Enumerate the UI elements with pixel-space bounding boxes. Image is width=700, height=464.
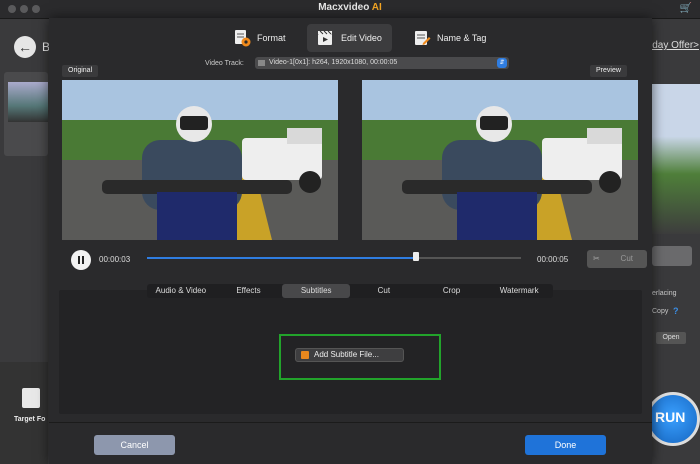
- add-subtitle-label: Add Subtitle File...: [314, 350, 379, 359]
- background-button: [652, 246, 692, 266]
- open-button[interactable]: Open: [656, 332, 686, 344]
- name-tag-icon: [413, 29, 431, 47]
- tab-format-label: Format: [257, 33, 286, 43]
- playback-progress: [147, 257, 417, 259]
- video-list-item[interactable]: [4, 72, 48, 156]
- run-button[interactable]: RUN: [646, 392, 700, 446]
- background-preview-strip: [652, 84, 700, 234]
- tab-edit-video-label: Edit Video: [341, 33, 382, 43]
- preview-video-frame: [362, 80, 638, 240]
- tab-audio-video[interactable]: Audio & Video: [147, 284, 215, 298]
- help-icon[interactable]: ?: [673, 306, 679, 316]
- playback-slider-handle[interactable]: [413, 252, 420, 261]
- playback-slider[interactable]: [147, 252, 521, 261]
- format-gear-icon: [233, 29, 251, 47]
- tab-watermark[interactable]: Watermark: [485, 284, 553, 298]
- tab-effects[interactable]: Effects: [215, 284, 283, 298]
- pause-button[interactable]: [71, 250, 91, 270]
- current-time: 00:00:03: [99, 255, 131, 264]
- preview-label: Preview: [590, 65, 627, 77]
- top-tab-bar: Format Edit Video Name & Tag: [49, 22, 652, 52]
- cancel-button[interactable]: Cancel: [94, 435, 175, 455]
- tab-format[interactable]: Format: [233, 24, 286, 52]
- original-label: Original: [62, 65, 99, 77]
- back-arrow-icon[interactable]: ←: [14, 36, 36, 58]
- deinterlacing-label: erlacing: [652, 290, 677, 297]
- title-bar: Macxvideo AI 🛒: [0, 0, 700, 19]
- video-track-label: Video Track:: [205, 60, 244, 67]
- original-video-frame: [62, 80, 338, 240]
- done-button[interactable]: Done: [525, 435, 606, 455]
- scissors-icon: ✂: [593, 254, 600, 263]
- cut-button[interactable]: ✂ Cut: [587, 250, 647, 268]
- holiday-offer-link[interactable]: iday Offer>: [650, 40, 699, 51]
- player-controls: 00:00:03 00:00:05 ✂ Cut: [59, 240, 647, 274]
- video-thumbnail: [8, 82, 48, 122]
- add-subtitle-icon: [301, 351, 309, 359]
- video-track-icon: [258, 60, 265, 66]
- edit-tab-bar: Audio & Video Effects Subtitles Cut Crop…: [147, 284, 553, 298]
- target-format-label: Target Fo: [14, 416, 46, 423]
- chevron-updown-icon: ⇵: [497, 58, 507, 68]
- footer-divider: [49, 422, 652, 423]
- app-title: Macxvideo AI: [318, 2, 382, 13]
- tab-cut[interactable]: Cut: [350, 284, 418, 298]
- tab-name-and-tag-label: Name & Tag: [437, 33, 487, 43]
- video-track-value: Video-1[0x1]: h264, 1920x1080, 00:00:05: [269, 59, 398, 66]
- target-format-icon: [22, 388, 40, 408]
- end-time: 00:00:05: [537, 255, 569, 264]
- tab-edit-video[interactable]: Edit Video: [307, 24, 392, 52]
- edit-video-dialog: Format Edit Video Name & Tag Video Track…: [49, 18, 652, 464]
- edit-video-clapper-icon: [317, 29, 335, 47]
- run-label: RUN: [655, 409, 686, 425]
- tab-crop[interactable]: Crop: [418, 284, 486, 298]
- cart-icon[interactable]: 🛒: [680, 3, 692, 14]
- copy-label: Copy: [652, 308, 669, 315]
- add-subtitle-file-button[interactable]: Add Subtitle File...: [295, 348, 404, 362]
- video-track-select[interactable]: Video-1[0x1]: h264, 1920x1080, 00:00:05 …: [255, 57, 509, 69]
- tab-subtitles[interactable]: Subtitles: [282, 284, 351, 298]
- target-format-area[interactable]: Target Fo: [0, 362, 48, 464]
- tab-name-and-tag[interactable]: Name & Tag: [413, 24, 486, 52]
- cut-button-label: Cut: [620, 254, 633, 263]
